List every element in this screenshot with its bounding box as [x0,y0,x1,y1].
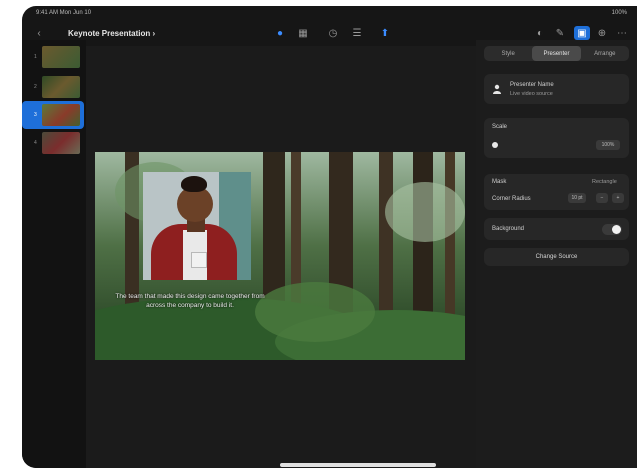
background-label: Background [492,226,525,232]
presenter-badge [191,252,207,268]
slide-navigator: 1 2 3 4 [22,40,86,468]
mask-label: Mask [492,179,507,185]
status-time: 9:41 AM Mon Jun 10 [36,10,92,16]
document-title-text: Keynote Presentation [68,29,151,38]
scale-card: Scale 100% [484,118,629,158]
chevron-right-icon: › [152,29,156,38]
slide-thumbnail[interactable]: 2 [34,74,80,100]
pencil-icon[interactable]: ✎ [554,26,566,40]
person-icon [490,82,504,96]
inspector-panel: Style Presenter Arrange Presenter Name L… [476,40,637,468]
mask-value[interactable]: Rectangle [592,179,617,185]
status-bar: 9:41 AM Mon Jun 10 100% [22,6,637,20]
slide-caption[interactable]: The team that made this design came toge… [115,292,265,310]
slide-thumbnail-selected[interactable]: 3 [34,102,80,128]
chevron-left-icon[interactable]: ‹ [32,26,46,40]
scale-slider[interactable] [492,142,498,148]
scale-value-field[interactable]: 100% [596,140,620,150]
theme-icon[interactable]: ◐ [534,26,546,40]
format-icon[interactable]: ▣ [574,26,590,40]
mask-card: Mask Rectangle Corner Radius 10 pt − + [484,174,629,210]
change-source-label: Change Source [535,254,578,260]
presenter-hair [181,176,207,192]
tab-style[interactable]: Style [484,46,532,61]
slide-preview [42,76,80,98]
slide-preview [42,46,80,68]
slide-number: 4 [34,140,37,146]
background-card: Background [484,218,629,240]
slide-thumbnail[interactable]: 1 [34,44,80,70]
record-icon[interactable]: ● [274,26,286,40]
add-icon[interactable]: ⊕ [596,26,608,40]
home-indicator[interactable] [280,463,436,467]
corner-radius-field[interactable]: 10 pt [568,193,586,203]
ipad-screen: 9:41 AM Mon Jun 10 100% ‹ Keynote Presen… [22,6,637,468]
slide-canvas: The team that made this design came toge… [86,46,476,468]
slide-number: 2 [34,84,37,90]
slide-number: 1 [34,54,37,60]
tab-arrange[interactable]: Arrange [581,46,629,61]
clock-icon[interactable]: ◷ [326,26,340,40]
slide-number: 3 [34,112,37,118]
corner-radius-label: Corner Radius [492,196,531,202]
slide-thumbnail[interactable]: 4 [34,130,80,156]
change-source-button[interactable]: Change Source [484,248,629,266]
share-icon[interactable]: ⬆ [378,26,392,40]
presenter-source-card[interactable]: Presenter Name Live video source [484,74,629,104]
presenter-name: Presenter Name [510,82,554,88]
table-icon[interactable]: ▦ [296,26,310,40]
list-icon[interactable]: ☰ [350,26,364,40]
document-title[interactable]: Keynote Presentation › [68,29,155,38]
slide-preview [42,104,80,126]
current-slide[interactable]: The team that made this design came toge… [95,152,465,360]
presenter-video[interactable] [143,172,251,280]
decrement-button[interactable]: − [596,193,608,203]
more-icon[interactable]: ⋯ [616,26,628,40]
slide-preview [42,132,80,154]
inspector-tabs: Style Presenter Arrange [484,46,629,61]
background-toggle[interactable] [602,224,622,235]
battery-indicator: 100% [611,10,627,16]
increment-button[interactable]: + [612,193,624,203]
presenter-subtitle: Live video source [510,91,553,97]
tab-presenter[interactable]: Presenter [532,46,581,61]
scale-label: Scale [492,124,508,130]
